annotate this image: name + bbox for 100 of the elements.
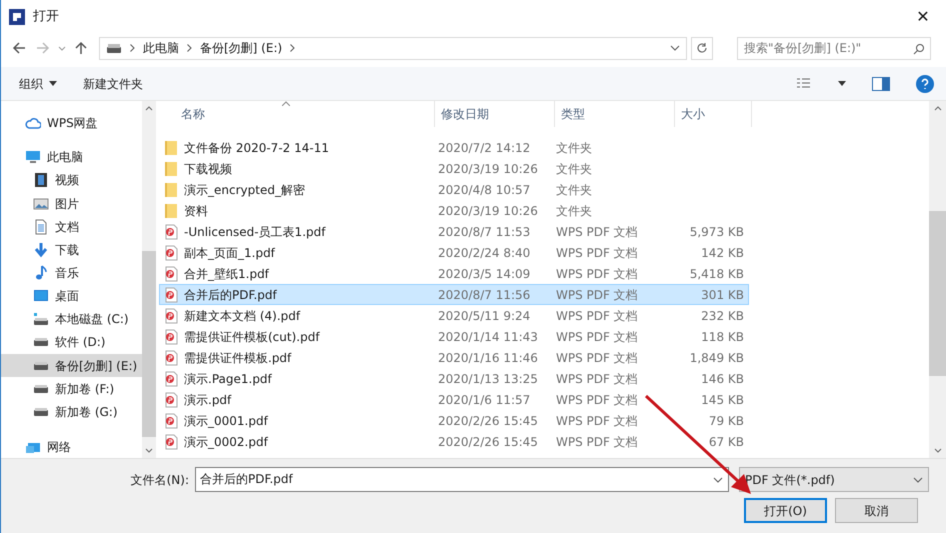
monitor-icon [25, 149, 41, 166]
type-cell-text: WPS PDF 文档 [556, 328, 639, 346]
pdf-file-icon [164, 244, 178, 260]
file-row[interactable]: 文件备份 2020-7-2 14-11 2020/7/2 14:12 文件夹 [159, 137, 749, 158]
file-row[interactable]: 演示_0002.pdf 2020/2/26 15:45 WPS PDF 文档 67 KB [159, 431, 749, 452]
dropdown-caret-icon[interactable] [713, 475, 723, 485]
help-icon[interactable] [916, 74, 934, 92]
refresh-icon [696, 42, 708, 54]
sidebar-item[interactable]: 本地磁盘 (C:) [1, 308, 142, 331]
type-cell-text: 文件夹 [556, 202, 593, 220]
file-row[interactable]: 下载视频 2020/3/19 10:26 文件夹 [159, 158, 749, 179]
size-cell: 145 KB [701, 392, 744, 406]
file-row[interactable]: 副本_页面_1.pdf 2020/2/24 8:40 WPS PDF 文档 142 KB [159, 242, 749, 263]
file-name: 演示_encrypted_解密 [184, 182, 305, 198]
date-cell-text: 2020/8/7 11:53 [437, 224, 532, 240]
column-header[interactable]: 名称 [173, 101, 434, 127]
view-options-icon[interactable] [796, 76, 812, 90]
file-name: 演示_0002.pdf [184, 434, 268, 450]
column-header[interactable]: 修改日期 [434, 101, 554, 127]
scrollbar-thumb[interactable] [142, 251, 156, 437]
date-cell-text: 2020/2/24 8:40 [437, 244, 532, 262]
filename-field[interactable]: 合并后的PDF.pdf [195, 467, 729, 492]
file-row[interactable]: 合并_壁纸1.pdf 2020/3/5 14:09 WPS PDF 文档 5,418 KB [159, 263, 749, 284]
file-row[interactable]: 新建文本文档 (4).pdf 2020/5/11 9:24 WPS PDF 文档 232 KB [159, 305, 749, 326]
column-header[interactable]: 大小 [674, 101, 752, 127]
type-cell-text: WPS PDF 文档 [556, 286, 639, 304]
drive-icon [106, 42, 122, 54]
dialog-button[interactable]: 打开(O) [744, 498, 827, 523]
new-folder-button[interactable]: 新建文件夹 [83, 74, 143, 92]
size-cell: 118 KB [701, 330, 744, 344]
file-row[interactable]: 演示_encrypted_解密 2020/4/8 10:57 文件夹 [159, 179, 749, 200]
type-cell-text: WPS PDF 文档 [556, 392, 639, 408]
file-name: 演示_0001.pdf [184, 412, 268, 430]
document-icon [33, 218, 49, 235]
type-cell-text: WPS PDF 文档 [556, 266, 639, 282]
sidebar-item[interactable]: 网络 [1, 434, 142, 458]
file-name: 需提供证件模板(cut).pdf [184, 328, 320, 346]
sidebar-item[interactable]: 视频 [1, 168, 142, 192]
column-header[interactable]: 类型 [554, 101, 674, 127]
breadcrumb[interactable]: 备份[勿删] (E:) [200, 39, 282, 57]
chevron-icon [290, 44, 296, 52]
file-name: -Unlicensed-员工表1.pdf [184, 224, 326, 240]
file-row[interactable]: 需提供证件模板(cut).pdf 2020/1/14 11:43 WPS PDF 文档 118 KB [159, 326, 749, 347]
file-name: 资料 [184, 202, 208, 220]
type-cell-text: WPS PDF 文档 [556, 412, 639, 430]
file-row[interactable]: 演示.Page1.pdf 2020/1/13 13:25 WPS PDF 文档 146 KB [159, 368, 749, 389]
sidebar-item[interactable]: 桌面 [1, 284, 142, 308]
date-cell-text: 2020/3/19 10:26 [437, 202, 539, 220]
date-cell-text: 2020/3/19 10:26 [437, 160, 539, 178]
date-cell-text: 2020/2/26 15:45 [437, 434, 539, 450]
search-icon [913, 42, 925, 54]
preview-pane-icon[interactable] [872, 76, 890, 90]
film-icon [33, 172, 49, 188]
date-cell-text: 2020/1/6 11:57 [437, 392, 532, 408]
address-bar[interactable]: 此电脑 备份[勿删] (E:) [99, 36, 687, 60]
sidebar-item[interactable]: 图片 [1, 192, 142, 216]
file-row[interactable]: 演示.pdf 2020/1/6 11:57 WPS PDF 文档 145 KB [159, 389, 749, 410]
folder-icon [164, 160, 178, 176]
size-cell: 232 KB [701, 308, 744, 322]
file-name: 副本_页面_1.pdf [184, 244, 275, 262]
dialog-button[interactable]: 取消 [835, 498, 918, 523]
file-row[interactable]: 合并后的PDF.pdf 2020/8/7 11:56 WPS PDF 文档 301 KB [159, 284, 749, 305]
size-cell: 79 KB [708, 414, 744, 428]
drive-icon [33, 362, 49, 370]
file-row[interactable]: 需提供证件模板.pdf 2020/1/16 11:46 WPS PDF 文档 1,849 KB [159, 347, 749, 368]
window-title: 打开 [33, 8, 59, 26]
refresh-button[interactable] [691, 36, 713, 60]
scrollbar-thumb[interactable] [929, 211, 946, 376]
sidebar-item[interactable]: 备份[勿删] (E:) [1, 354, 142, 378]
caret-icon [49, 80, 57, 86]
file-type-dropdown[interactable]: PDF 文件(*.pdf) [739, 467, 929, 492]
pdf-file-icon [164, 412, 178, 428]
date-cell-text: 2020/3/5 14:09 [437, 266, 532, 282]
sidebar-item[interactable]: 下载 [1, 238, 142, 262]
caret-icon[interactable] [838, 80, 846, 86]
dropdown-caret-icon [913, 474, 923, 484]
file-row[interactable]: -Unlicensed-员工表1.pdf 2020/8/7 11:53 WPS PDF 文档 5,973 KB [159, 221, 749, 242]
sidebar-item[interactable]: 新加卷 (G:) [1, 400, 142, 424]
breadcrumb[interactable]: 此电脑 [143, 39, 179, 57]
file-row[interactable]: 演示_0001.pdf 2020/2/26 15:45 WPS PDF 文档 79 KB [159, 410, 749, 431]
image-icon [33, 196, 49, 212]
sidebar-item[interactable]: 此电脑 [1, 146, 142, 169]
sidebar-item[interactable]: 文档 [1, 215, 142, 238]
size-cell: 146 KB [701, 372, 744, 386]
close-button[interactable]: ✕ [908, 2, 938, 32]
file-name: 新建文本文档 (4).pdf [184, 308, 300, 324]
pdf-file-icon [164, 308, 178, 324]
sidebar-item[interactable]: 新加卷 (F:) [1, 377, 142, 400]
dropdown-caret-icon[interactable] [670, 43, 680, 53]
type-cell-text: WPS PDF 文档 [556, 434, 639, 450]
date-cell-text: 2020/1/16 11:46 [437, 350, 539, 366]
chevron-icon [130, 44, 135, 52]
sidebar-item[interactable]: WPS网盘 [1, 111, 142, 134]
file-row[interactable]: 资料 2020/3/19 10:26 文件夹 [159, 200, 749, 221]
size-cell: 5,973 KB [690, 224, 744, 238]
search-field[interactable]: 搜索"备份[勿删] (E:)" [737, 36, 931, 60]
type-cell-text: WPS PDF 文档 [556, 370, 639, 388]
sidebar-item[interactable]: 软件 (D:) [1, 330, 142, 354]
organize-button[interactable]: 组织 [19, 74, 57, 92]
sidebar-item[interactable]: 音乐 [1, 261, 142, 285]
